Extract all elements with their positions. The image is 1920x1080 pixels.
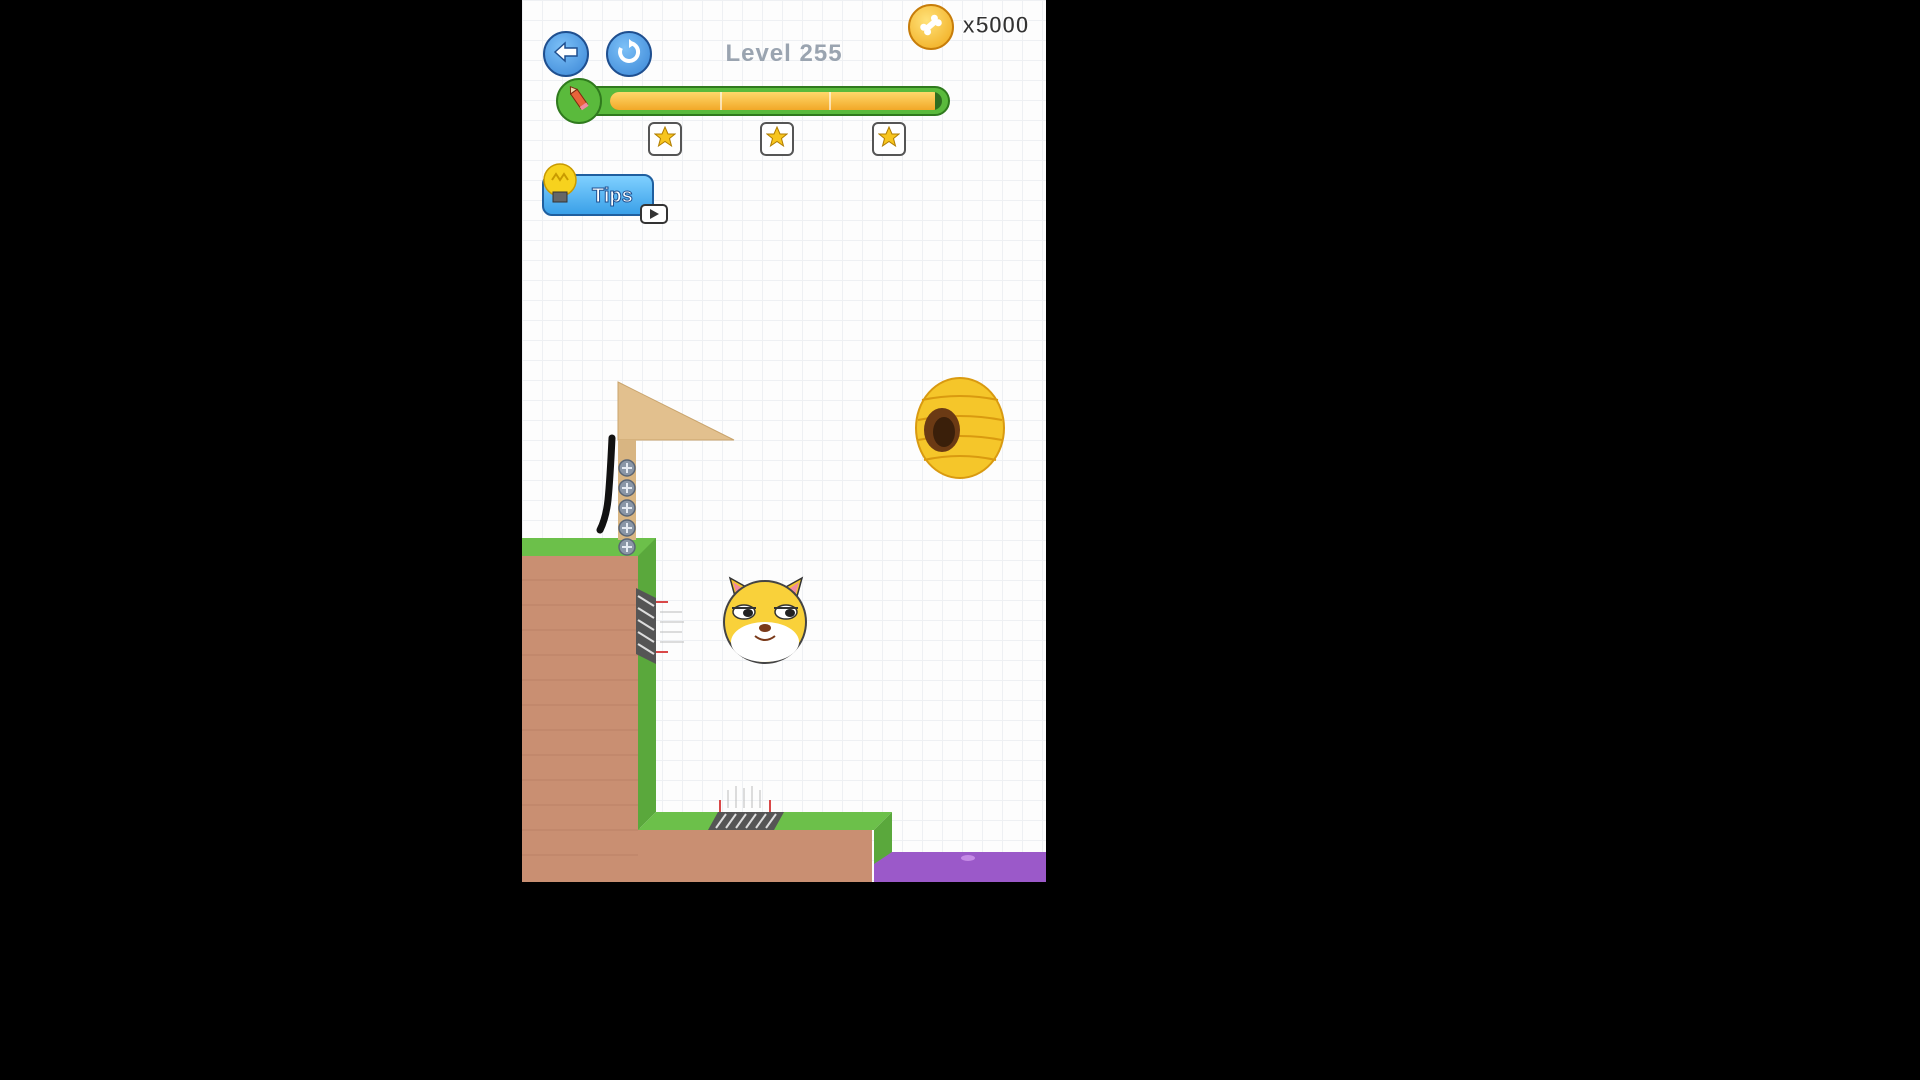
left-ground-block	[522, 538, 656, 882]
star-slot-1	[648, 122, 682, 156]
coin-count: x5000	[962, 12, 1030, 40]
ink-track	[610, 92, 942, 110]
pencil-icon	[564, 84, 594, 119]
restart-icon	[616, 38, 642, 70]
star-icon	[765, 125, 789, 153]
ink-progress-bar	[560, 86, 950, 116]
dog-character	[723, 576, 807, 664]
ink-tick	[829, 92, 832, 110]
star-icon	[653, 125, 677, 153]
star-slot-2	[760, 122, 794, 156]
wooden-ramp	[617, 381, 735, 540]
drawn-ink-line[interactable]	[596, 434, 616, 534]
bone-coin-icon	[917, 11, 945, 44]
level-title: Level 255	[725, 40, 843, 67]
back-button[interactable]	[543, 31, 589, 77]
star-slot-3	[872, 122, 906, 156]
ink-fill	[610, 92, 936, 110]
wall-spike-trap	[636, 588, 684, 664]
lightbulb-icon	[540, 162, 580, 210]
water-pool	[874, 852, 1046, 882]
restart-button[interactable]	[606, 31, 652, 77]
back-arrow-icon	[553, 40, 579, 68]
game-viewport[interactable]: Level 255 x5000 Tips	[522, 0, 1046, 882]
beehive	[915, 377, 1005, 479]
bolt-column	[618, 459, 636, 556]
star-icon	[877, 125, 901, 153]
tips-label: Tips	[592, 185, 634, 208]
ink-tick	[719, 92, 722, 110]
floor-spike-trap	[708, 786, 784, 830]
video-ad-icon	[640, 204, 668, 224]
pencil-badge	[556, 78, 602, 124]
coin-badge	[908, 4, 954, 50]
